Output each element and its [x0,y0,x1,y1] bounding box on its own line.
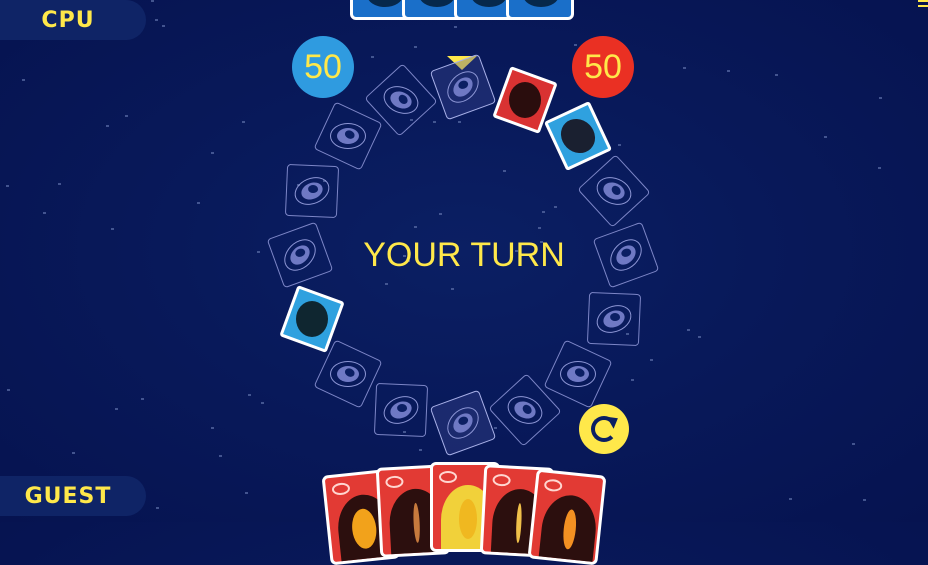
star [879,97,882,99]
star [7,389,10,391]
star [106,125,109,127]
star [878,167,881,169]
star [458,121,461,123]
score-left: 50 [292,36,354,98]
star [727,70,730,72]
star [554,206,557,208]
star [261,402,264,404]
star [125,115,128,117]
star [852,443,855,445]
star [211,427,214,429]
star [219,455,222,457]
star [414,46,417,48]
star [503,170,506,172]
star [385,283,388,285]
star [156,507,159,509]
score-right: 50 [572,36,634,98]
star [683,67,686,69]
star [22,79,25,81]
star [141,398,144,400]
card-slot[interactable] [429,53,497,121]
star [248,394,251,396]
turn-indicator: YOUR TURN [363,236,565,274]
star [245,492,248,494]
star [775,74,778,76]
opponent-hand [350,0,574,20]
star [111,228,114,230]
player-label: GUEST [0,476,146,516]
card-slot[interactable] [313,101,383,171]
star [650,359,653,361]
menu-icon[interactable] [918,0,928,12]
star [789,498,792,500]
board-card [544,101,613,172]
star [419,449,422,451]
star [698,336,701,338]
star [197,202,200,204]
star [371,56,374,58]
star [151,0,154,2]
star [242,121,245,123]
card-slot[interactable] [285,163,340,218]
star [863,499,866,501]
star [454,26,457,28]
star [162,25,165,27]
star [538,227,541,229]
card-slot[interactable] [576,153,651,228]
card-slot[interactable] [429,389,497,457]
rotate-icon[interactable] [579,404,629,454]
star [439,213,442,215]
hand-card-flame[interactable] [527,468,607,565]
card-slot[interactable] [373,383,428,438]
star [433,121,436,123]
star [574,44,577,46]
star [58,183,61,185]
star [687,329,690,331]
star [155,19,158,21]
star [6,185,9,187]
star [824,136,827,138]
opponent-label: CPU [0,0,146,40]
star [43,212,46,214]
star [115,408,118,410]
star [494,427,497,429]
star [211,152,214,154]
star [618,144,621,146]
star [72,452,75,454]
star [414,226,417,228]
star [631,379,634,381]
card-slot[interactable] [586,292,641,347]
card-slot[interactable] [543,339,613,409]
opponent-card [506,0,574,20]
star [542,211,545,213]
star [451,288,454,290]
